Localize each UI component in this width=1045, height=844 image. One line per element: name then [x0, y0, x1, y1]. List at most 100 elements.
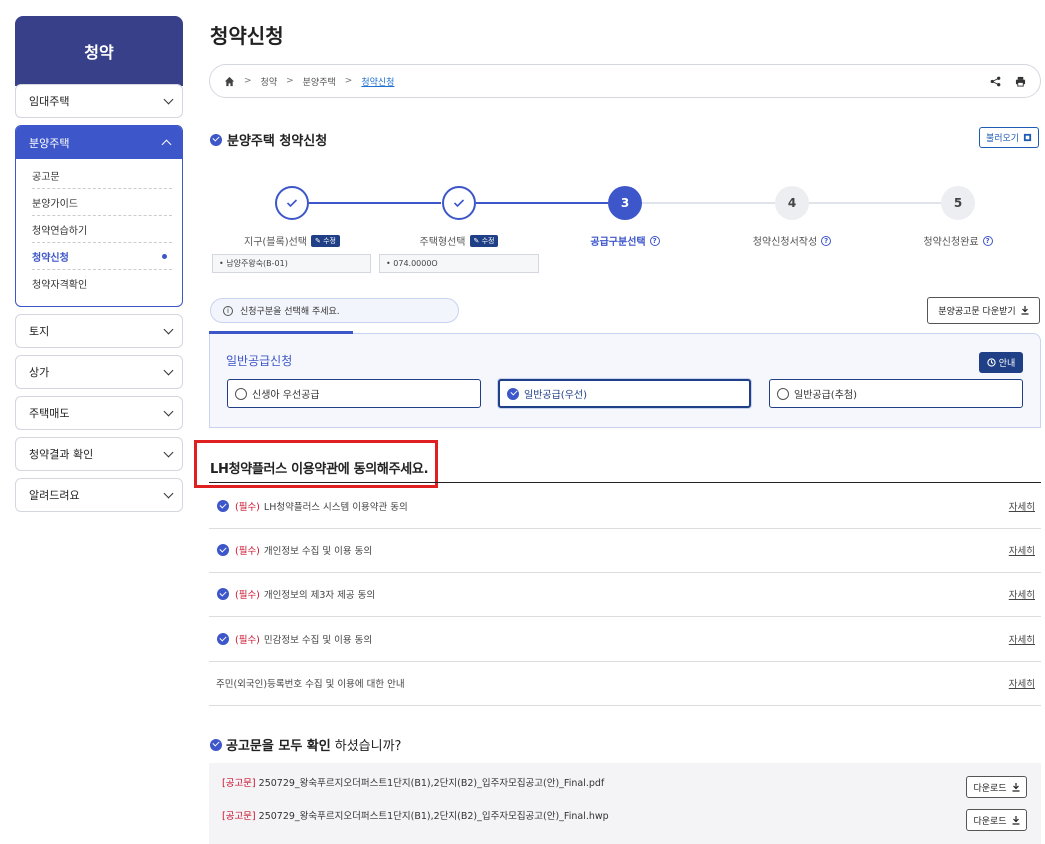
divider: [209, 482, 1041, 483]
section-title: 분양주택 청약신청: [210, 130, 327, 149]
agreement-title: LH청약플러스 이용약관에 동의해주세요.: [210, 462, 429, 477]
sidebar-item-label: 알려드려요: [29, 489, 80, 502]
step-5: 5: [941, 186, 975, 220]
check-circle-icon[interactable]: [217, 500, 229, 512]
sidebar-item-sale-housing[interactable]: 분양주택: [16, 126, 182, 159]
submenu-item-active[interactable]: 청약신청: [32, 243, 172, 270]
sidebar-item-label: 임대주택: [29, 95, 70, 108]
chevron-right-icon: >: [244, 76, 252, 86]
submenu-item[interactable]: 공고문: [32, 162, 172, 189]
help-icon[interactable]: ?: [982, 235, 993, 246]
submenu-item[interactable]: 청약자격확인: [32, 270, 172, 297]
step-connector: [809, 202, 941, 204]
section-icon: [210, 133, 222, 146]
sidebar-item-label: 분양주택: [29, 136, 70, 150]
check-circle-icon[interactable]: [217, 544, 229, 556]
chevron-down-icon: [163, 94, 174, 104]
chevron-up-icon: [161, 139, 172, 150]
edit-button[interactable]: ✎ 수정: [469, 234, 499, 247]
file-item: [공고문] 250729_왕숙푸르지오더퍼스트1단지(B1),2단지(B2)_입…: [222, 811, 609, 822]
help-icon[interactable]: ?: [649, 235, 660, 246]
agreement-row[interactable]: (필수) LH청약플러스 시스템 이용약관 동의 자세히: [209, 484, 1041, 529]
sidebar-item-label: 청약결과 확인: [29, 448, 94, 461]
chevron-right-icon: >: [344, 76, 353, 86]
detail-link[interactable]: 자세히: [1009, 499, 1035, 513]
sidebar-item-results[interactable]: 청약결과 확인: [15, 437, 183, 471]
step-1-label: 지구(블록)선택 ✎ 수정: [212, 233, 372, 248]
sidebar-item-commercial[interactable]: 상가: [15, 355, 183, 389]
submenu-item[interactable]: 청약연습하기: [32, 216, 172, 243]
help-icon[interactable]: ?: [821, 235, 832, 246]
sidebar-item-label: 주택매도: [29, 407, 70, 420]
agreement-row[interactable]: (필수) 개인정보 수집 및 이용 동의 자세히: [209, 528, 1041, 573]
file-download-button[interactable]: 다운로드: [966, 776, 1027, 798]
submenu-item[interactable]: 분양가이드: [32, 189, 172, 216]
supply-option-general-priority[interactable]: 일반공급(우선): [498, 379, 751, 408]
agreement-row[interactable]: (필수) 개인정보의 제3자 제공 동의 자세히: [209, 572, 1041, 617]
check-icon: [453, 199, 465, 208]
step-5-label: 청약신청완료 ?: [878, 233, 1038, 248]
info-icon: i: [223, 305, 233, 316]
detail-link[interactable]: 자세히: [1009, 632, 1035, 646]
supply-title: 일반공급신청: [226, 354, 293, 368]
load-icon: [1023, 133, 1032, 142]
detail-link[interactable]: 자세히: [1009, 676, 1035, 690]
sidebar-item-land[interactable]: 토지: [15, 314, 183, 348]
page-title: 청약신청: [210, 24, 284, 48]
sidebar-open-menu: 분양주택 공고문 분양가이드 청약연습하기 청약신청 청약자격확인: [15, 125, 183, 307]
sidebar-item-rental[interactable]: 임대주택: [15, 84, 183, 118]
radio-checked-icon: [507, 387, 519, 400]
radio-icon: [235, 387, 247, 400]
submenu-list: 공고문 분양가이드 청약연습하기 청약신청 청약자격확인: [16, 159, 182, 297]
step-4-label: 청약신청서작성 ?: [712, 233, 872, 248]
step-4: 4: [775, 186, 809, 220]
sidebar-item-label: 상가: [29, 366, 50, 379]
guide-button[interactable]: 안내: [979, 352, 1023, 373]
supply-tab-indicator: [209, 331, 353, 334]
step-connector: [642, 202, 775, 204]
print-icon[interactable]: [1015, 76, 1026, 87]
chevron-down-icon: [163, 488, 174, 498]
active-dot-icon: [162, 253, 167, 259]
breadcrumb-item[interactable]: 분양주택: [303, 75, 336, 88]
step-3-label: 공급구분선택 ?: [545, 233, 705, 248]
sidebar-item-house-sale[interactable]: 주택매도: [15, 396, 183, 430]
share-icon[interactable]: [990, 76, 1001, 87]
check-circle-icon[interactable]: [217, 633, 229, 645]
sidebar-item-label: 토지: [29, 325, 50, 338]
agreement-row[interactable]: 주민(외국인)등록번호 수집 및 이용에 대한 안내 자세히: [209, 661, 1041, 706]
file-item: [공고문] 250729_왕숙푸르지오더퍼스트1단지(B1),2단지(B2)_입…: [222, 778, 605, 789]
load-button[interactable]: 불러오기: [979, 127, 1039, 148]
download-icon: [1012, 815, 1020, 825]
chevron-down-icon: [163, 365, 174, 375]
check-circle-icon[interactable]: [217, 588, 229, 600]
notice-pill: i 신청구분을 선택해 주세요.: [210, 298, 459, 323]
clock-icon: [987, 358, 996, 367]
step-3-current: 3: [608, 186, 642, 220]
supply-option-newborn[interactable]: 신생아 우선공급: [227, 379, 481, 408]
supply-option-general-lottery[interactable]: 일반공급(추첨): [769, 379, 1023, 408]
breadcrumb-item[interactable]: 청약: [261, 75, 278, 88]
sidebar-item-notices[interactable]: 알려드려요: [15, 478, 183, 512]
announcement-question: 공고문을 모두 확인 하셨습니까?: [210, 735, 401, 754]
step-2-label: 주택형선택 ✎ 수정: [379, 233, 539, 248]
agreement-row[interactable]: (필수) 민감정보 수집 및 이용 동의 자세히: [209, 617, 1041, 662]
check-circle-icon: [210, 738, 222, 751]
breadcrumb-current[interactable]: 청약신청: [361, 75, 394, 88]
detail-link[interactable]: 자세히: [1009, 587, 1035, 601]
download-icon: [1012, 782, 1020, 792]
selected-district: • 남양주왕숙(B-01): [212, 254, 371, 273]
home-icon[interactable]: [224, 76, 235, 87]
radio-icon: [777, 387, 789, 400]
check-icon: [286, 199, 298, 208]
chevron-down-icon: [163, 447, 174, 457]
detail-link[interactable]: 자세히: [1009, 543, 1035, 557]
download-icon: [1021, 306, 1029, 315]
sidebar-title: 청약: [15, 16, 183, 86]
download-announcement-button[interactable]: 분양공고문 다운받기: [927, 297, 1040, 324]
file-download-button[interactable]: 다운로드: [966, 809, 1027, 831]
chevron-down-icon: [163, 324, 174, 334]
chevron-down-icon: [163, 406, 174, 416]
breadcrumb: > 청약 > 분양주택 > 청약신청: [209, 64, 1041, 98]
edit-button[interactable]: ✎ 수정: [311, 234, 340, 247]
